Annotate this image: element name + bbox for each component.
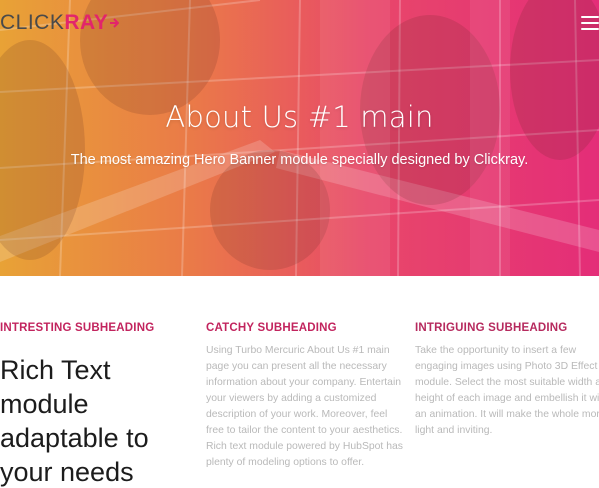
menu-bar [581,22,599,24]
paragraph-line: an animation. It will make the whole mor… [415,409,599,420]
paragraph-line: Rich text module powered by HubSpot has [206,441,403,452]
heading-line: your needs [0,457,134,487]
column-intriguing: INTRIGUING SUBHEADING Take the opportuni… [415,322,599,439]
hero-title: About Us #1 main [165,100,434,134]
menu-bar [581,28,599,30]
hero-subtitle: The most amazing Hero Banner module spec… [70,152,529,168]
paragraph-line: module. Select the most suitable width a… [415,377,599,388]
column-subheading: INTRESTING SUBHEADING [0,322,155,334]
page: CLICK RAY About Us #1 main The most amaz… [0,0,599,488]
paragraph-line: page you can present all the necessary [206,361,387,372]
heading-line: adaptable to [0,423,149,453]
heading-line: Rich Text [0,355,111,385]
column-paragraph: Using Turbo Mercuric About Us #1 main pa… [206,343,403,471]
heading-line: module [0,389,89,419]
hamburger-menu-icon[interactable] [579,14,599,32]
paragraph-line: engaging images using Photo 3D Effect [415,361,598,372]
paragraph-line: free to tailor the content to your aesth… [206,425,403,436]
column-subheading: INTRIGUING SUBHEADING [415,322,568,334]
column-catchy: CATCHY SUBHEADING Using Turbo Mercuric A… [206,322,403,471]
rich-text-heading: Rich Text module adaptable to your needs [0,353,190,488]
column-subheading: CATCHY SUBHEADING [206,322,337,334]
hero-banner: CLICK RAY About Us #1 main The most amaz… [0,0,599,276]
column-paragraph: Take the opportunity to insert a few eng… [415,343,599,439]
logo-mark: RAY [64,11,120,35]
logo[interactable]: CLICK RAY [0,11,120,35]
paragraph-line: description of your work. Moreover, feel [206,409,388,420]
paragraph-line: information about your company. Entertai… [206,377,402,388]
logo-text: CLICK [0,11,65,34]
hero-background-image [0,0,599,276]
logo-arrow-icon [110,18,120,28]
paragraph-line: plenty of modeling options to offer. [206,457,365,468]
menu-bar [581,16,599,18]
paragraph-line: light and inviting. [415,425,493,436]
paragraph-line: Using Turbo Mercuric About Us #1 main [206,345,390,356]
paragraph-line: your viewers by adding a customized [206,393,377,404]
paragraph-line: Take the opportunity to insert a few [415,345,577,356]
logo-mark-text: RAY [64,11,109,34]
paragraph-line: height of each image and embellish it wi… [415,393,599,404]
column-interesting: INTRESTING SUBHEADING Rich Text module a… [0,322,190,488]
